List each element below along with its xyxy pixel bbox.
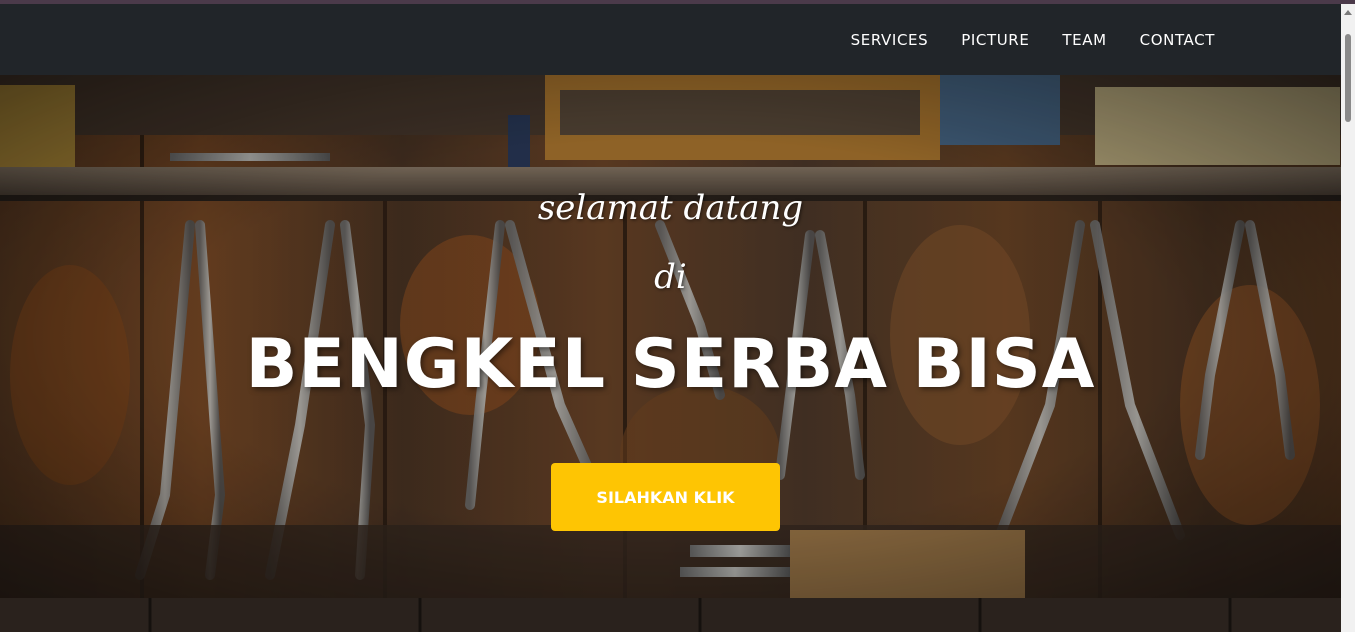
cta-button[interactable]: SILAHKAN KLIK (551, 463, 780, 531)
nav-link-picture[interactable]: PICTURE (961, 31, 1029, 49)
hero-content: selamat datang di BENGKEL SERBA BISA SIL… (0, 75, 1341, 598)
navbar: SERVICES PICTURE TEAM CONTACT (0, 4, 1341, 75)
wood-floor-background (0, 598, 1341, 632)
vertical-scrollbar[interactable] (1341, 4, 1355, 632)
hero-di-text: di (654, 257, 687, 297)
next-section-preview (0, 598, 1341, 632)
scroll-up-arrow-icon[interactable] (1344, 10, 1352, 15)
nav-link-contact[interactable]: CONTACT (1140, 31, 1215, 49)
hero-headline: BENGKEL SERBA BISA (245, 325, 1096, 404)
hero-section: selamat datang di BENGKEL SERBA BISA SIL… (0, 75, 1341, 598)
hero-welcome-text: selamat datang (537, 188, 804, 228)
nav-link-services[interactable]: SERVICES (851, 31, 929, 49)
nav-link-team[interactable]: TEAM (1062, 31, 1106, 49)
scrollbar-thumb[interactable] (1345, 34, 1351, 122)
nav-links: SERVICES PICTURE TEAM CONTACT (818, 4, 1215, 75)
